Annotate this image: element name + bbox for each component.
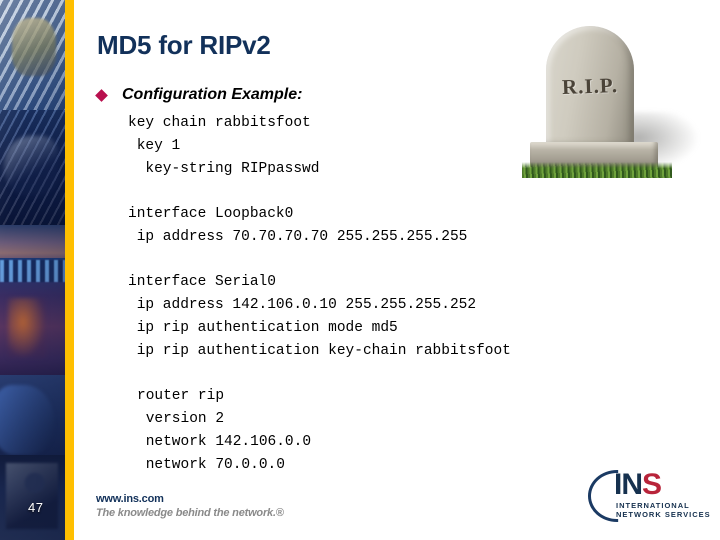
footer: www.ins.com The knowledge behind the net…	[96, 493, 284, 519]
collage-band-cables	[0, 375, 65, 465]
tombstone-image: R.I.P.	[520, 16, 705, 191]
diamond-bullet-icon	[95, 88, 108, 102]
logo-subtitle-line1: INTERNATIONAL	[616, 501, 690, 510]
tombstone-inscription: R.I.P.	[561, 73, 619, 99]
code-line: ip rip authentication key-chain rabbitsf…	[128, 343, 511, 359]
code-line: network 70.0.0.0	[137, 457, 285, 473]
code-line: ip rip authentication mode md5	[128, 320, 398, 336]
code-line: ip address 70.70.70.70 255.255.255.255	[128, 229, 468, 245]
page-number: 47	[28, 500, 44, 515]
code-line: ip address 142.106.0.10 255.255.255.252	[128, 297, 477, 313]
collage-band-businessman	[0, 110, 65, 230]
page-title: MD5 for RIPv2	[97, 30, 271, 60]
bullet-label: Configuration Example:	[122, 86, 303, 103]
code-line: router rip	[137, 388, 225, 404]
code-block: router rip version 2 network 142.106.0.0…	[128, 385, 598, 477]
grass-tuft	[522, 162, 672, 178]
presentation-slide: 47 MD5 for RIPv2 Configuration Example: …	[0, 0, 720, 540]
collage-band-office	[0, 0, 65, 120]
footer-url[interactable]: www.ins.com	[96, 493, 284, 505]
logo-wordmark-in: IN	[614, 468, 643, 501]
code-line: interface Loopback0	[128, 206, 294, 222]
bullet-row: Configuration Example:	[95, 86, 303, 104]
collage-band-meeting	[0, 455, 65, 540]
code-block: interface Loopback0 ip address 70.70.70.…	[128, 203, 598, 249]
logo-wordmark: INS	[614, 468, 662, 502]
code-line: version 2	[137, 411, 225, 427]
collage-band-trading-floor	[0, 258, 65, 383]
footer-tagline: The knowledge behind the network.®	[96, 507, 284, 519]
sidebar-photo-collage: 47	[0, 0, 65, 540]
tombstone-slab: R.I.P.	[546, 26, 634, 148]
ins-logo: INS INTERNATIONAL NETWORK SERVICES	[588, 468, 710, 524]
code-block: interface Serial0 ip address 142.106.0.1…	[128, 271, 598, 363]
code-line: interface Serial0	[128, 274, 276, 290]
logo-wordmark-s: S	[642, 468, 662, 501]
logo-subtitle-line2: NETWORK SERVICES	[616, 510, 711, 519]
code-line: network 142.106.0.0	[137, 434, 312, 450]
yellow-accent-bar	[65, 0, 74, 540]
